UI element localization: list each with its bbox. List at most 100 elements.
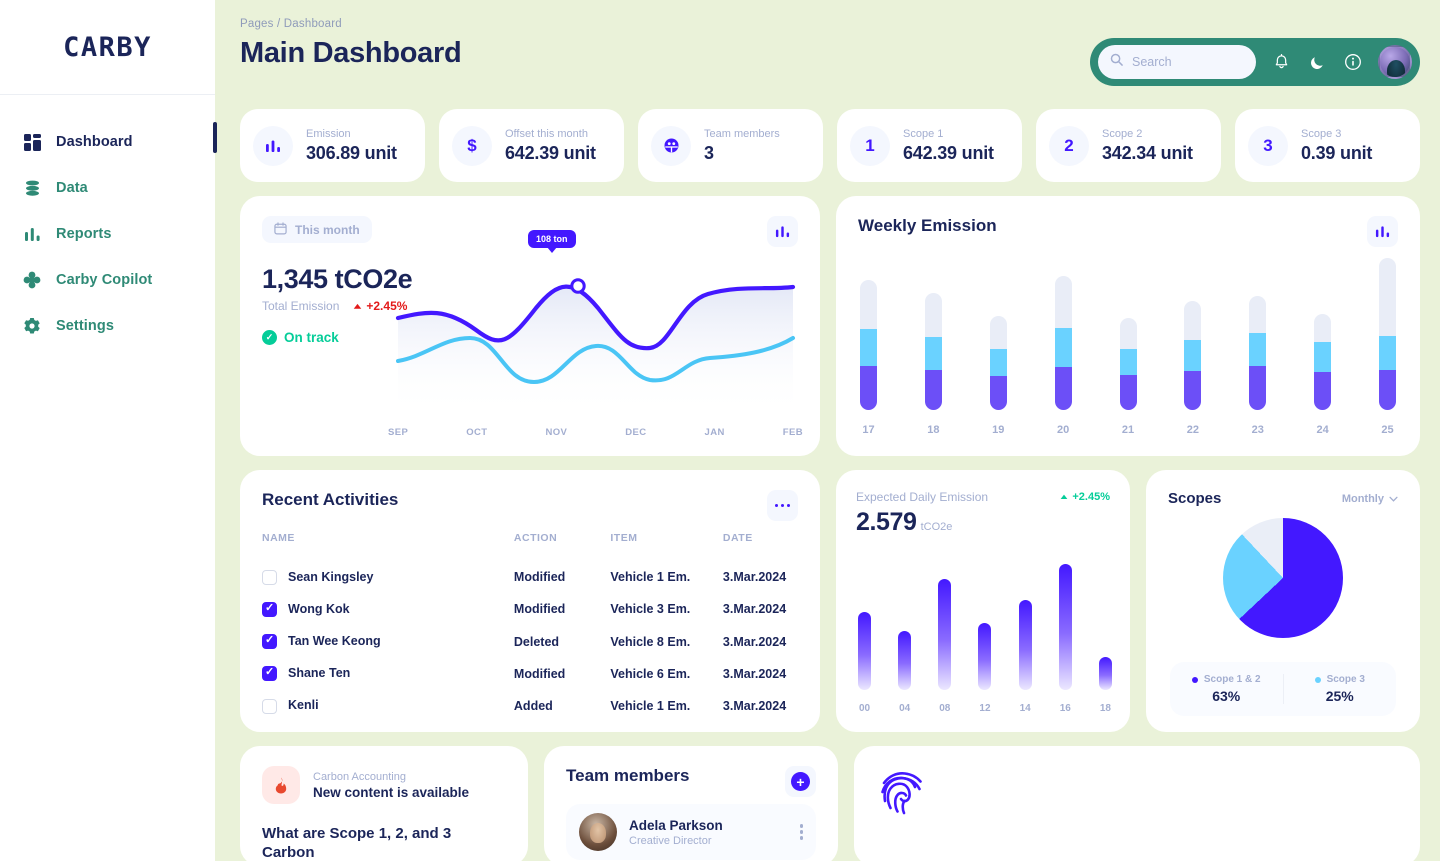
weekly-bar: [1249, 295, 1267, 410]
weekly-bar-column[interactable]: [1119, 258, 1137, 410]
cell-action: Added: [513, 698, 553, 713]
scopes-pie-wrap: [1146, 518, 1420, 638]
stat-label: Emission: [306, 127, 351, 140]
table-row[interactable]: Tan Wee Keong Deleted Vehicle 8 Em. 3.Mar.2…: [262, 625, 798, 657]
daily-bar[interactable]: [1058, 564, 1072, 690]
weekly-bar-column[interactable]: [1184, 258, 1202, 410]
legend-value: 25%: [1325, 688, 1354, 704]
search-input[interactable]: [1132, 55, 1244, 69]
add-team-member-button[interactable]: +: [785, 766, 816, 797]
activity-name: Tan Wee Keong: [288, 633, 381, 648]
stat-card-team-members[interactable]: Team members 3: [638, 109, 823, 182]
scopes-range-select[interactable]: Monthly: [1342, 493, 1398, 505]
period-filter-pill[interactable]: This month: [262, 216, 372, 243]
info-icon[interactable]: [1342, 51, 1364, 73]
daily-header: Expected Daily Emission +2.45%: [856, 490, 1110, 504]
daily-emission-label: Expected Daily Emission: [856, 490, 989, 504]
dot: [799, 824, 803, 828]
daily-bar[interactable]: [858, 612, 871, 690]
fire-icon: [262, 766, 300, 804]
weekly-bar-column[interactable]: [989, 258, 1007, 410]
member-role: Creative Director: [629, 834, 712, 847]
legend-top-row: Scope 1 & 2: [1191, 674, 1261, 685]
sidebar-item-dashboard[interactable]: Dashboard: [0, 129, 215, 155]
activities-table-body: Sean Kingsley Modified Vehicle 1 Em. 3.Mar.…: [262, 561, 798, 722]
stat-card-emission[interactable]: Emission 306.89 unit: [240, 109, 425, 182]
checkbox-checked[interactable]: [262, 601, 277, 617]
sidebar-item-settings[interactable]: Settings: [0, 313, 215, 339]
weekly-bar-column[interactable]: [1054, 258, 1072, 410]
weekly-emission-card: Weekly Emission 17 18 19 20 21 22 23 24 25: [836, 196, 1420, 456]
sidebar-item-carby-copilot[interactable]: Carby Copilot: [0, 267, 215, 293]
table-row[interactable]: Sean Kingsley Modified Vehicle 1 Em. 3.Mar.…: [262, 561, 798, 593]
cell-name: Tan Wee Keong: [262, 625, 514, 657]
sidebar-item-data[interactable]: Data: [0, 175, 215, 201]
x-tick-label: 08: [939, 703, 951, 714]
activity-name: Shane Ten: [288, 666, 351, 681]
table-row[interactable]: Shane Ten Modified Vehicle 6 Em. 3.Mar.2024: [262, 658, 798, 690]
x-tick-label: 20: [1057, 424, 1070, 436]
weekly-bar-column[interactable]: [924, 258, 942, 410]
weekly-bar-segment-scope2: [1119, 348, 1137, 375]
weekly-bar-segment-scope1: [1119, 374, 1137, 410]
daily-bar[interactable]: [938, 578, 952, 690]
weekly-bar-segment-scope2: [1379, 335, 1396, 370]
weekly-bar-column[interactable]: [1249, 258, 1267, 410]
cell-date: 3.Mar.2024: [722, 666, 787, 681]
checkbox-unchecked[interactable]: [262, 698, 277, 714]
avatar[interactable]: [1378, 45, 1412, 79]
stat-text-group: Scope 1 642.39 unit: [903, 128, 994, 164]
stat-text-group: Team members 3: [704, 128, 780, 164]
weekly-bar: [860, 280, 877, 410]
weekly-bar-column[interactable]: [1379, 258, 1396, 410]
table-row[interactable]: Wong Kok Modified Vehicle 3 Em. 3.Mar.2024: [262, 593, 798, 625]
checkbox-unchecked[interactable]: [262, 569, 277, 585]
bell-icon[interactable]: [1270, 51, 1292, 73]
stat-card-scope-3[interactable]: 3 Scope 3 0.39 unit: [1235, 109, 1420, 182]
daily-bar[interactable]: [978, 622, 992, 690]
checkbox-checked[interactable]: [262, 665, 277, 682]
daily-emission-unit: tCO2e: [920, 521, 953, 533]
sidebar-item-label: Reports: [56, 226, 112, 242]
weekly-bar-column[interactable]: [860, 258, 877, 410]
stat-card-scope-2[interactable]: 2 Scope 2 342.34 unit: [1036, 109, 1221, 182]
x-tick-label: 24: [1316, 424, 1329, 436]
weekly-bar-segment-scope1: [1054, 367, 1072, 410]
sidebar-item-label: Dashboard: [56, 134, 133, 150]
moon-icon[interactable]: [1306, 51, 1328, 73]
cell-action: Deleted: [513, 634, 560, 649]
stat-card-scope-1[interactable]: 1 Scope 1 642.39 unit: [837, 109, 1022, 182]
daily-bar[interactable]: [898, 631, 912, 690]
daily-bar[interactable]: [1098, 656, 1112, 690]
x-tick-label: FEB: [782, 427, 803, 438]
weekly-chart-options-button[interactable]: [1367, 216, 1398, 247]
weekly-bar-column[interactable]: [1314, 258, 1332, 410]
daily-bar[interactable]: [1018, 600, 1032, 690]
member-more-button[interactable]: [799, 824, 803, 840]
activities-more-button[interactable]: [767, 490, 798, 521]
chart-options-button[interactable]: [767, 216, 798, 247]
sidebar-divider: [0, 94, 215, 95]
checkbox-checked[interactable]: [262, 633, 277, 650]
page-heading-group: Pages / Dashboard Main Dashboard: [240, 18, 462, 70]
brand-logo[interactable]: CARBY: [0, 0, 215, 94]
sidebar-item-reports[interactable]: Reports: [0, 221, 215, 247]
stat-value: 3: [704, 142, 714, 163]
x-tick-label: 22: [1186, 424, 1199, 436]
table-row[interactable]: Kenli Added Vehicle 1 Em. 3.Mar.2024: [262, 690, 798, 722]
legend-label: Scope 1 & 2: [1203, 674, 1261, 685]
chart-tooltip: 108 ton: [528, 230, 576, 248]
bottom-row: Carbon Accounting New content is availab…: [240, 746, 1420, 861]
weekly-bar-segment-scope2: [1314, 342, 1332, 373]
stat-card-offset[interactable]: $ Offset this month 642.39 unit: [439, 109, 624, 182]
cell-date: 3.Mar.2024: [722, 602, 787, 617]
bar-chart-icon: [1375, 226, 1390, 238]
stat-value: 0.39 unit: [1301, 142, 1373, 163]
scope-number-icon: 2: [1049, 125, 1089, 166]
x-tick-label: 18: [1099, 703, 1111, 714]
clover-icon: [22, 270, 42, 290]
search-box[interactable]: [1098, 45, 1256, 79]
scopes-pie-chart[interactable]: [1223, 518, 1343, 638]
news-card[interactable]: Carbon Accounting New content is availab…: [240, 746, 528, 861]
list-item[interactable]: Adela Parkson Creative Director: [566, 804, 816, 860]
